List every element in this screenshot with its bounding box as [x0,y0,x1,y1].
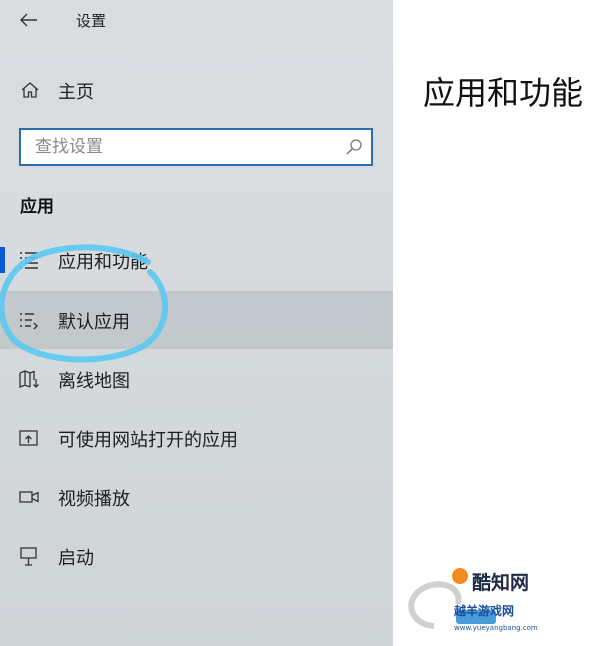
list-icon [20,252,38,269]
startup-icon [20,547,37,566]
home-label: 主页 [58,82,94,103]
map-download-icon [19,370,39,388]
watermark: 酷知网 越羊游戏网 www.yueyangbang.com [388,566,608,646]
search-input[interactable] [21,130,339,164]
default-apps-icon [20,313,38,330]
back-arrow-icon [20,13,37,27]
home-icon [21,82,39,98]
video-icon [19,491,39,503]
nav-item-label: 应用和功能 [58,252,148,273]
nav-item-video-playback[interactable]: 视频播放 [0,468,393,526]
nav-item-label: 默认应用 [58,312,130,333]
nav-item-label: 离线地图 [58,371,130,392]
search-icon [346,139,362,155]
title-bar: 设置 [0,0,393,40]
search-box[interactable] [19,128,373,166]
watermark-text-1: 酷知网 [472,572,530,594]
home-nav-item[interactable]: 主页 [0,70,393,110]
window-title: 设置 [76,12,107,30]
back-button[interactable] [14,6,44,34]
nav-item-apps-for-websites[interactable]: 可使用网站打开的应用 [0,409,393,467]
watermark-text-2: 越羊游戏网 [454,604,515,618]
open-in-app-icon [19,430,38,446]
nav-item-label: 视频播放 [58,489,130,510]
section-title: 应用 [20,197,54,217]
nav-item-offline-maps[interactable]: 离线地图 [0,350,393,408]
page-title: 应用和功能 [423,74,584,112]
watermark-text-3: www.yueyangbang.com [454,624,538,632]
nav-item-label: 启动 [58,548,94,569]
settings-sidebar: 设置 主页 应用 应用和功能 [0,0,393,646]
nav-item-label: 可使用网站打开的应用 [58,430,238,451]
nav-item-default-apps[interactable]: 默认应用 [0,291,393,349]
nav-item-startup[interactable]: 启动 [0,527,393,585]
nav-item-apps-features[interactable]: 应用和功能 [0,231,393,289]
